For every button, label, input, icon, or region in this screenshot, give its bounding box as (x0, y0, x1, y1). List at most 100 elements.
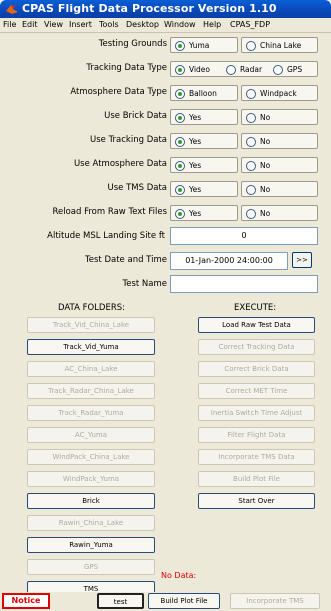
folder-gps-button[interactable]: GPS (27, 559, 155, 575)
folder-track-radar-yuma-button[interactable]: Track_Radar_Yuma (27, 405, 155, 421)
radar-label: Radar (240, 65, 263, 74)
no-label: No (260, 137, 271, 146)
bottom-toolbar: Notice test Build Plot File Incorporate … (0, 592, 331, 611)
atmosphere-no-radio[interactable]: No (241, 157, 318, 173)
radio-unselected-icon (246, 113, 256, 123)
test-name-input[interactable] (170, 275, 318, 293)
no-label: No (260, 113, 271, 122)
no-data-status: No Data: (161, 571, 197, 580)
reload-raw-label: Reload From Raw Text Files (52, 207, 167, 217)
test-date-label: Test Date and Time (85, 255, 167, 265)
window-title: CPAS Flight Data Processor Version 1.10 (22, 2, 277, 15)
data-folders-header: DATA FOLDERS: (58, 303, 125, 313)
no-label: No (260, 161, 271, 170)
folder-ac-yuma-button[interactable]: AC_Yuma (27, 427, 155, 443)
tracking-yes-radio[interactable]: Yes (170, 133, 238, 149)
radio-unselected-icon (246, 89, 256, 99)
no-label: No (260, 185, 271, 194)
test-name-label: Test Name (122, 279, 167, 289)
folder-windpack-china-lake-button[interactable]: WindPack_China_Lake (27, 449, 155, 465)
brick-yes-radio[interactable]: Yes (170, 109, 238, 125)
yes-label: Yes (189, 113, 202, 122)
date-picker-button[interactable]: >> (292, 252, 312, 268)
use-tracking-data-label: Use Tracking Data (90, 135, 167, 145)
radio-selected-icon (175, 65, 185, 75)
build-plot-file-button[interactable]: Build Plot File (198, 471, 315, 487)
folder-track-radar-china-lake-button[interactable]: Track_Radar_China_Lake (27, 383, 155, 399)
tracking-no-radio[interactable]: No (241, 133, 318, 149)
bottom-incorporate-tms-button[interactable]: Incorporate TMS (230, 593, 320, 609)
main-panel: Testing Grounds Yuma China Lake Tracking… (0, 33, 331, 611)
folder-rawin-yuma-button[interactable]: Rawin_Yuma (27, 537, 155, 553)
tms-no-radio[interactable]: No (241, 181, 318, 197)
folder-brick-button[interactable]: Brick (27, 493, 155, 509)
radio-unselected-icon (246, 161, 256, 171)
menu-view[interactable]: View (44, 20, 63, 29)
china-lake-label: China Lake (260, 41, 302, 50)
menu-file[interactable]: File (3, 20, 16, 29)
menu-insert[interactable]: Insert (69, 20, 92, 29)
radio-selected-icon (175, 185, 185, 195)
notice-button[interactable]: Notice (2, 593, 50, 609)
reload-no-radio[interactable]: No (241, 205, 318, 221)
radio-unselected-icon (226, 65, 236, 75)
radio-unselected-icon (246, 137, 256, 147)
bottom-build-plot-file-button[interactable]: Build Plot File (148, 593, 220, 609)
yes-label: Yes (189, 209, 202, 218)
test-date-input[interactable]: 01-Jan-2000 24:00:00 (170, 252, 288, 270)
incorporate-tms-data-button[interactable]: Incorporate TMS Data (198, 449, 315, 465)
yes-label: Yes (189, 185, 202, 194)
radio-selected-icon (175, 137, 185, 147)
tracking-type-radio-panel: Video Radar GPS (170, 61, 318, 77)
load-raw-test-data-button[interactable]: Load Raw Test Data (198, 317, 315, 333)
altitude-msl-label: Altitude MSL Landing Site ft (47, 231, 165, 241)
correct-tracking-data-button[interactable]: Correct Tracking Data (198, 339, 315, 355)
folder-ac-china-lake-button[interactable]: AC_China_Lake (27, 361, 155, 377)
correct-brick-data-button[interactable]: Correct Brick Data (198, 361, 315, 377)
yuma-radio[interactable]: Yuma (170, 37, 238, 53)
radio-selected-icon (175, 209, 185, 219)
windpack-radio[interactable]: Windpack (241, 85, 318, 101)
atmosphere-data-type-group: Balloon Windpack (170, 85, 318, 101)
menu-edit[interactable]: Edit (22, 20, 38, 29)
start-over-button[interactable]: Start Over (198, 493, 315, 509)
video-label: Video (189, 65, 211, 74)
balloon-radio[interactable]: Balloon (170, 85, 238, 101)
menu-help[interactable]: Help (203, 20, 221, 29)
correct-met-time-button[interactable]: Correct MET Time (198, 383, 315, 399)
radio-unselected-icon (246, 185, 256, 195)
tms-yes-radio[interactable]: Yes (170, 181, 238, 197)
testing-grounds-label: Testing Grounds (98, 39, 167, 49)
folder-rawin-china-lake-button[interactable]: Rawin_China_Lake (27, 515, 155, 531)
use-brick-data-group: Yes No (170, 109, 318, 125)
china-lake-radio[interactable]: China Lake (241, 37, 318, 53)
filter-flight-data-button[interactable]: Filter Flight Data (198, 427, 315, 443)
folder-track-vid-yuma-button[interactable]: Track_Vid_Yuma (27, 339, 155, 355)
use-tms-data-group: Yes No (170, 181, 318, 197)
menu-cpas-fdp[interactable]: CPAS_FDP (230, 20, 270, 29)
no-label: No (260, 209, 271, 218)
atmosphere-yes-radio[interactable]: Yes (170, 157, 238, 173)
menu-desktop[interactable]: Desktop (126, 20, 159, 29)
matlab-logo-icon (6, 5, 18, 14)
folder-track-vid-china-lake-button[interactable]: Track_Vid_China_Lake (27, 317, 155, 333)
test-button[interactable]: test (97, 593, 144, 609)
altitude-msl-input[interactable]: 0 (170, 227, 318, 245)
brick-no-radio[interactable]: No (241, 109, 318, 125)
menu-window[interactable]: Window (164, 20, 196, 29)
reload-yes-radio[interactable]: Yes (170, 205, 238, 221)
radio-selected-icon (175, 89, 185, 99)
radio-selected-icon (175, 161, 185, 171)
use-atmosphere-data-label: Use Atmosphere Data (73, 159, 167, 169)
inertia-switch-time-adjust-button[interactable]: Inertia Switch Time Adjust (198, 405, 315, 421)
use-tracking-data-group: Yes No (170, 133, 318, 149)
atmosphere-data-type-label: Atmosphere Data Type (70, 87, 167, 97)
radio-selected-icon (175, 113, 185, 123)
folder-windpack-yuma-button[interactable]: WindPack_Yuma (27, 471, 155, 487)
yes-label: Yes (189, 137, 202, 146)
use-brick-data-label: Use Brick Data (104, 111, 167, 121)
menu-tools[interactable]: Tools (99, 20, 119, 29)
use-tms-data-label: Use TMS Data (107, 183, 168, 193)
tracking-data-type-group: Video Radar GPS (170, 61, 318, 77)
balloon-label: Balloon (189, 89, 217, 98)
